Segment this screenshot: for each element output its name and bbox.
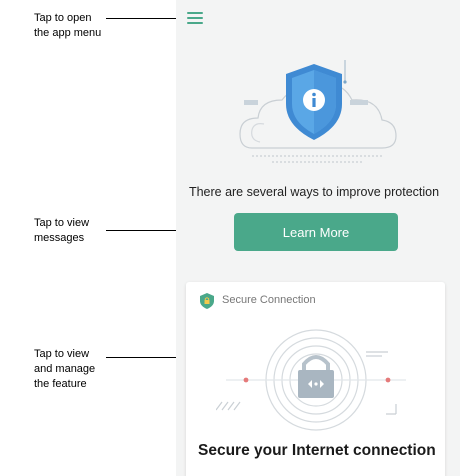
shield-lock-icon — [200, 293, 214, 309]
callout-menu-line-1: Tap to open — [34, 12, 92, 24]
card-title: Secure Connection — [222, 294, 316, 306]
callout-feature-line-1: Tap to view — [34, 348, 90, 360]
card-heading: Secure your Internet connection — [198, 442, 436, 459]
protection-message: There are several ways to improve protec… — [188, 185, 440, 199]
callout-feature: Tap to view and manage the feature — [34, 347, 95, 392]
shield-info-icon — [286, 64, 342, 140]
callout-menu-line-2: the app menu — [34, 27, 102, 39]
cloud-shield-illustration — [239, 60, 397, 163]
secure-connection-card[interactable]: Secure Connection Secure your Internet c… — [186, 282, 445, 476]
callout-feature-line-2: and manage — [34, 363, 96, 375]
callout-messages: Tap to view messages — [34, 216, 89, 246]
callout-feature-line-3: the feature — [34, 378, 87, 390]
padlock-icon — [298, 355, 334, 398]
learn-more-button[interactable]: Learn More — [234, 213, 398, 251]
hamburger-menu-icon[interactable] — [187, 10, 205, 26]
callout-messages-line-2: messages — [34, 232, 85, 244]
callout-menu-pointer — [106, 18, 182, 19]
callout-messages-line-1: Tap to view — [34, 217, 90, 229]
callout-menu: Tap to open the app menu — [34, 11, 101, 41]
app-screen: There are several ways to improve protec… — [176, 0, 460, 476]
padlock-illustration — [216, 329, 406, 431]
